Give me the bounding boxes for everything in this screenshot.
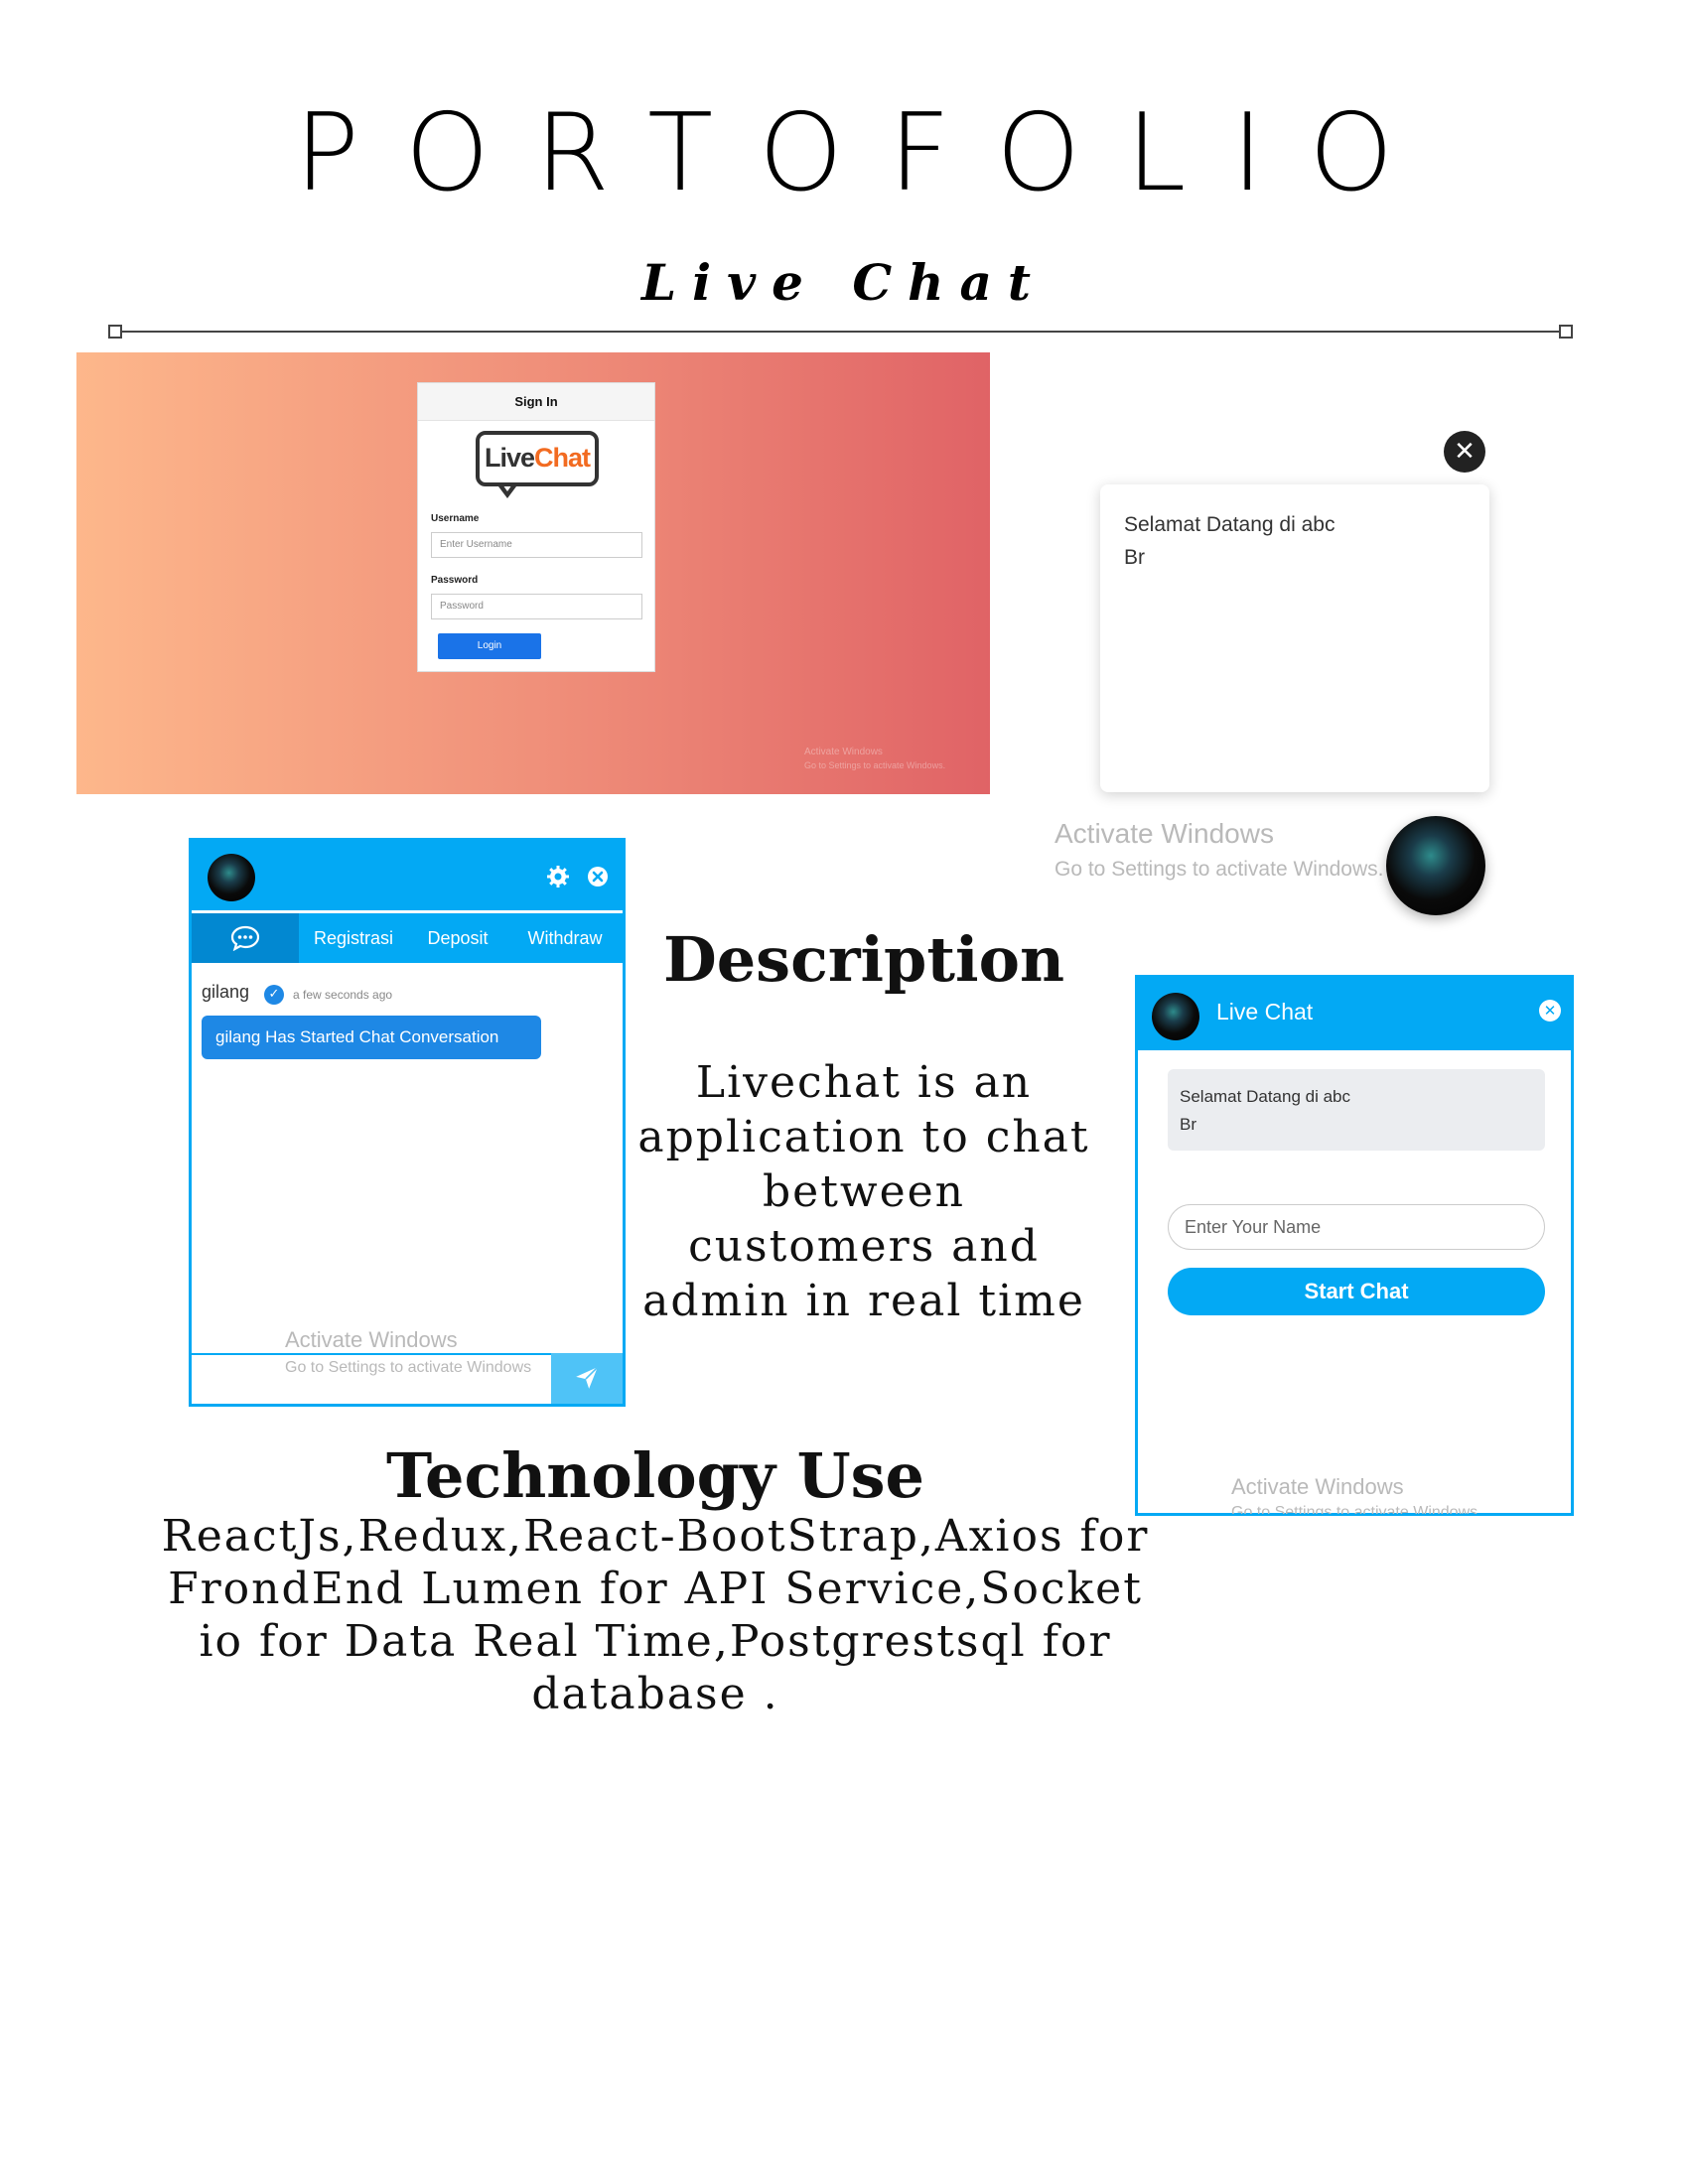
divider-handle-right [1559, 325, 1573, 339]
description-body: Livechat is an application to chat betwe… [637, 1057, 1090, 1326]
divider-handle-left [108, 325, 122, 339]
chat-bubble-icon [230, 925, 260, 952]
page-subtitle: Live Chat [640, 253, 1048, 312]
watermark-subtitle: Go to Settings to activate Windows. [1055, 858, 1384, 881]
login-button[interactable]: Login [438, 633, 541, 659]
tab-withdraw[interactable]: Withdraw [507, 913, 623, 963]
welcome-message: Selamat Datang di abc Br [1168, 1069, 1545, 1151]
welcome-line-1: Selamat Datang di abc [1180, 1087, 1350, 1106]
live-chat-header: Live Chat ✕ [1138, 978, 1571, 1050]
description-title: Description [662, 923, 1065, 996]
avatar [208, 854, 255, 901]
livechat-logo: LiveChat [476, 431, 599, 486]
watermark-subtitle: Go to Settings to activate Windows [285, 1359, 532, 1376]
watermark-subtitle: Go to Settings to activate Windows. [804, 760, 946, 770]
watermark-title: Activate Windows [285, 1327, 458, 1352]
watermark-title: Activate Windows [804, 747, 883, 757]
name-input[interactable]: Enter Your Name [1168, 1204, 1545, 1250]
live-chat-window: Live Chat ✕ Selamat Datang di abc Br Ent… [1135, 975, 1574, 1516]
chat-user-name: gilang [202, 982, 250, 1002]
login-screenshot: Sign In LiveChat Username Enter Username… [76, 352, 990, 794]
watermark-subtitle: Go to Settings to activate Windows. [1231, 1504, 1482, 1514]
welcome-line-2: Br [1180, 1115, 1196, 1134]
username-input[interactable]: Enter Username [431, 532, 642, 558]
chat-timestamp: a few seconds ago [293, 988, 393, 1002]
divider-line [115, 331, 1573, 333]
tab-registrasi[interactable]: Registrasi [299, 913, 408, 963]
password-input[interactable]: Password [431, 594, 642, 619]
close-icon[interactable]: ✕ [1444, 431, 1485, 473]
logo-text-live: Live [484, 443, 535, 473]
page-title: PORTOFOLIO [294, 91, 1440, 215]
tab-chat[interactable] [192, 913, 299, 963]
chat-launcher-avatar[interactable] [1386, 816, 1485, 915]
chat-message-bubble: gilang Has Started Chat Conversation [202, 1016, 541, 1059]
verified-check-icon: ✓ [264, 985, 284, 1005]
technology-title: Technology Use [385, 1439, 924, 1512]
welcome-line-1: Selamat Datang di abc [1124, 513, 1336, 536]
watermark-title: Activate Windows [1055, 818, 1274, 849]
chat-tabs: Registrasi Deposit Withdraw [192, 913, 623, 963]
admin-chat-window: Registrasi Deposit Withdraw gilang ✓ a f… [189, 838, 626, 1407]
password-label: Password [431, 575, 479, 586]
welcome-card: Selamat Datang di abc Br [1100, 484, 1489, 792]
close-icon[interactable]: ✕ [1539, 1000, 1561, 1022]
chat-header [192, 841, 623, 910]
welcome-message: Selamat Datang di abc Br [1124, 508, 1335, 574]
send-button[interactable] [551, 1353, 623, 1404]
welcome-line-2: Br [1124, 546, 1145, 569]
avatar [1152, 993, 1199, 1040]
live-chat-title: Live Chat [1216, 999, 1314, 1024]
send-icon [576, 1366, 599, 1389]
login-card: Sign In LiveChat Username Enter Username… [417, 382, 655, 672]
logo-text-chat: Chat [534, 443, 591, 473]
start-chat-button[interactable]: Start Chat [1168, 1268, 1545, 1315]
gear-icon[interactable] [546, 865, 570, 888]
tab-deposit[interactable]: Deposit [408, 913, 507, 963]
username-label: Username [431, 513, 480, 524]
login-card-title: Sign In [418, 383, 654, 421]
close-icon[interactable] [586, 865, 610, 888]
technology-body: ReactJs,Redux,React-BootStrap,Axios for … [161, 1511, 1150, 1719]
watermark-title: Activate Windows [1231, 1474, 1404, 1499]
